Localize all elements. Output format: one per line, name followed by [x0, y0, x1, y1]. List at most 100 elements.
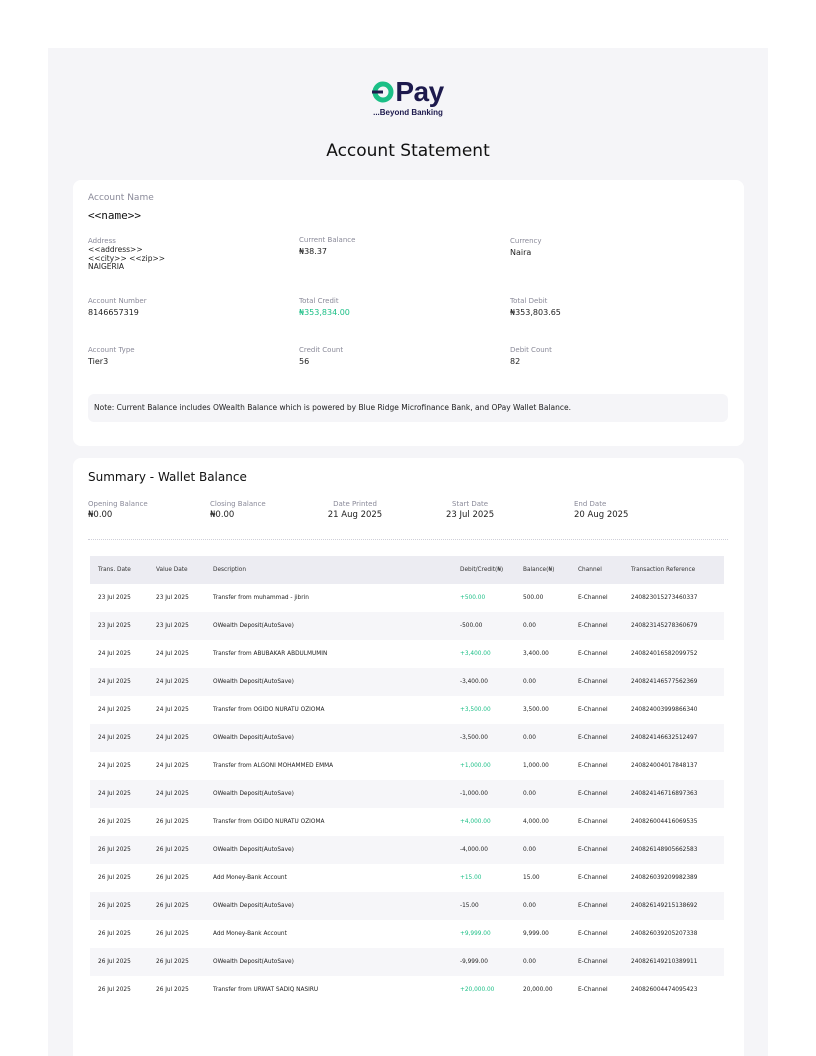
cell-value-date: 23 Jul 2025 — [156, 623, 189, 629]
account-type-value: Tier3 — [88, 357, 109, 366]
cell-value-date: 24 Jul 2025 — [156, 707, 189, 713]
end-date-field: End Date 20 Aug 2025 — [574, 500, 628, 520]
cell-value-date: 26 Jul 2025 — [156, 931, 189, 937]
cell-value-date: 24 Jul 2025 — [156, 791, 189, 797]
table-row: 26 Jul 2025 26 Jul 2025 Add Money-Bank Acc… — [90, 920, 724, 948]
cell-balance: 0.00 — [523, 959, 536, 965]
account-number-field: Account Number 8146657319 — [88, 297, 147, 317]
cell-trans-date: 26 Jul 2025 — [98, 903, 131, 909]
date-printed-value: 21 Aug 2025 — [327, 510, 383, 520]
cell-reference: 240826149210389911 — [631, 959, 698, 965]
table-row: 26 Jul 2025 26 Jul 2025 OWealth Deposit(Au… — [90, 948, 724, 976]
credit-count-field: Credit Count 56 — [299, 346, 343, 366]
table-row: 26 Jul 2025 26 Jul 2025 Transfer from URWA… — [90, 976, 724, 1004]
cell-value-date: 26 Jul 2025 — [156, 903, 189, 909]
cell-trans-date: 24 Jul 2025 — [98, 735, 131, 741]
cell-balance: 20,000.00 — [523, 987, 553, 993]
address-line-3: NAIGERIA — [88, 262, 125, 271]
cell-value-date: 26 Jul 2025 — [156, 819, 189, 825]
cell-channel: E-Channel — [578, 847, 608, 853]
cell-reference: 240824146716897363 — [631, 791, 698, 797]
debit-count-label: Debit Count — [510, 346, 552, 354]
cell-description: OWealth Deposit(AutoSave) — [213, 959, 294, 965]
cell-balance: 1,000.00 — [523, 763, 549, 769]
closing-balance-value: ₦0.00 — [210, 510, 235, 520]
currency-value: Naira — [510, 248, 532, 257]
cell-description: OWealth Deposit(AutoSave) — [213, 791, 294, 797]
cell-channel: E-Channel — [578, 707, 608, 713]
total-debit-field: Total Debit ₦353,803.65 — [510, 297, 561, 317]
header-debit-credit: Debit/Credit(₦) — [460, 567, 504, 573]
credit-count-label: Credit Count — [299, 346, 344, 354]
account-number-label: Account Number — [88, 297, 147, 305]
table-row: 26 Jul 2025 26 Jul 2025 Transfer from OGID… — [90, 808, 724, 836]
cell-reference: 240823015273460337 — [631, 595, 698, 601]
brand-name: Pay — [395, 76, 444, 107]
cell-channel: E-Channel — [578, 651, 608, 657]
cell-reference: 240826004474095423 — [631, 987, 698, 993]
header-value-date: Value Date — [156, 567, 188, 573]
cell-reference: 240824016582099752 — [631, 651, 698, 657]
cell-channel: E-Channel — [578, 595, 608, 601]
cell-amount: +1,000.00 — [460, 763, 491, 769]
table-row: 24 Jul 2025 24 Jul 2025 OWealth Deposit(Au… — [90, 668, 724, 696]
account-number-value: 8146657319 — [88, 308, 139, 317]
cell-amount: -500.00 — [460, 623, 483, 629]
table-row: 23 Jul 2025 23 Jul 2025 OWealth Deposit(Au… — [90, 612, 724, 640]
end-date-value: 20 Aug 2025 — [574, 510, 629, 520]
cell-trans-date: 23 Jul 2025 — [98, 595, 131, 601]
cell-value-date: 26 Jul 2025 — [156, 847, 189, 853]
total-credit-field: Total Credit ₦353,834.00 — [299, 297, 350, 317]
cell-reference: 240826148905662583 — [631, 847, 698, 853]
cell-trans-date: 24 Jul 2025 — [98, 763, 131, 769]
page-title: Account Statement — [326, 141, 490, 161]
currency-label: Currency — [510, 237, 542, 245]
cell-reference: 240824146577562369 — [631, 679, 698, 685]
table-row: 26 Jul 2025 26 Jul 2025 Add Money-Bank Acc… — [90, 864, 724, 892]
cell-balance: 0.00 — [523, 623, 536, 629]
cell-reference: 240826149215138692 — [631, 903, 698, 909]
cell-balance: 0.00 — [523, 903, 536, 909]
cell-balance: 15.00 — [523, 875, 540, 881]
cell-trans-date: 24 Jul 2025 — [98, 679, 131, 685]
current-balance-value: ₦38.37 — [299, 247, 327, 256]
cell-balance: 0.00 — [523, 735, 536, 741]
opening-balance-field: Opening Balance ₦0.00 — [88, 500, 148, 520]
cell-amount: -15.00 — [460, 903, 479, 909]
cell-amount: +4,000.00 — [460, 819, 491, 825]
cell-reference: 240826039209982389 — [631, 875, 698, 881]
account-name-label: Account Name — [88, 193, 154, 203]
account-name: <<name>> — [88, 209, 141, 222]
divider — [88, 539, 728, 540]
cell-balance: 500.00 — [523, 595, 544, 601]
balance-note: Note: Current Balance includes OWealth B… — [88, 394, 728, 422]
cell-value-date: 23 Jul 2025 — [156, 595, 189, 601]
header-balance: Balance(₦) — [523, 567, 555, 573]
cell-reference: 240824146632512497 — [631, 735, 698, 741]
header-reference: Transaction Reference — [631, 567, 696, 573]
summary-title: Summary - Wallet Balance — [88, 470, 247, 484]
address-field: Address <<address>> <<city>> <<zip>> NAI… — [88, 237, 165, 272]
start-date-field: Start Date 23 Jul 2025 — [446, 500, 494, 520]
cell-trans-date: 24 Jul 2025 — [98, 791, 131, 797]
table-row: 24 Jul 2025 24 Jul 2025 OWealth Deposit(Au… — [90, 724, 724, 752]
cell-description: Add Money-Bank Account — [213, 875, 287, 881]
cell-trans-date: 26 Jul 2025 — [98, 987, 131, 993]
header-channel: Channel — [578, 567, 602, 573]
cell-trans-date: 26 Jul 2025 — [98, 959, 131, 965]
cell-value-date: 26 Jul 2025 — [156, 959, 189, 965]
cell-channel: E-Channel — [578, 987, 608, 993]
table-header: Trans. Date Value Date Description Debit… — [90, 556, 724, 584]
cell-balance: 3,400.00 — [523, 651, 549, 657]
cell-channel: E-Channel — [578, 931, 608, 937]
address-label: Address — [88, 237, 116, 245]
table-row: 23 Jul 2025 23 Jul 2025 Transfer from muha… — [90, 584, 724, 612]
table-row: 24 Jul 2025 24 Jul 2025 Transfer from ALGO… — [90, 752, 724, 780]
opening-balance-label: Opening Balance — [88, 500, 148, 508]
cell-trans-date: 26 Jul 2025 — [98, 819, 131, 825]
cell-trans-date: 24 Jul 2025 — [98, 651, 131, 657]
cell-channel: E-Channel — [578, 763, 608, 769]
cell-channel: E-Channel — [578, 791, 608, 797]
opay-o-icon — [372, 81, 394, 103]
cell-description: OWealth Deposit(AutoSave) — [213, 623, 294, 629]
